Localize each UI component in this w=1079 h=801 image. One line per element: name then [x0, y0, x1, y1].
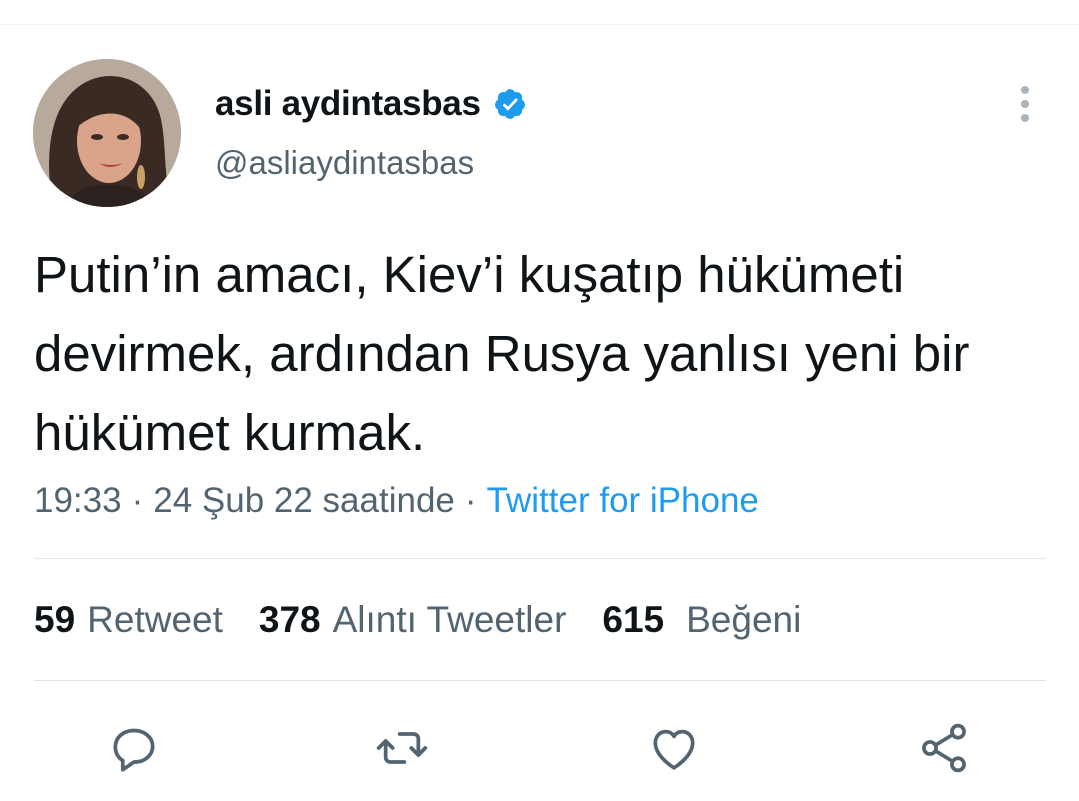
- tweet-text: Putin’in amacı, Kiev’i kuşatıp hükümeti …: [34, 246, 970, 461]
- stats-top-divider: [34, 558, 1046, 559]
- like-stat[interactable]: 615 Beğeni: [602, 597, 801, 643]
- heart-icon[interactable]: [646, 720, 702, 776]
- like-label: Beğeni: [686, 599, 802, 640]
- like-count: 615: [602, 599, 665, 640]
- author-handle[interactable]: @asliaydintasbas: [215, 144, 474, 182]
- tweet-source-link[interactable]: Twitter for iPhone: [487, 481, 759, 520]
- meta-separator: ·: [464, 481, 477, 520]
- quote-count: 378: [258, 599, 321, 640]
- more-options-icon[interactable]: [1009, 84, 1041, 124]
- meta-separator: ·: [131, 481, 144, 520]
- tweet-date[interactable]: 24 Şub 22 saatinde: [153, 481, 455, 520]
- top-divider: [0, 24, 1079, 25]
- avatar[interactable]: [33, 59, 181, 207]
- avatar-photo: [33, 59, 181, 207]
- author-name-row: asli aydintasbas: [215, 82, 527, 126]
- author-display-name[interactable]: asli aydintasbas: [215, 84, 481, 124]
- retweet-icon[interactable]: [374, 720, 430, 776]
- quote-label: Alıntı Tweetler: [332, 599, 567, 640]
- retweet-count: 59: [34, 599, 76, 640]
- share-icon[interactable]: [916, 720, 972, 776]
- retweet-label: Retweet: [87, 599, 223, 640]
- verified-badge-icon: [493, 87, 527, 121]
- retweet-stat[interactable]: 59 Retweet: [34, 597, 223, 643]
- tweet-meta: 19:33 · 24 Şub 22 saatinde · Twitter for iPh…: [34, 478, 759, 524]
- actions-top-divider: [34, 680, 1046, 681]
- tweet-time[interactable]: 19:33: [34, 481, 122, 520]
- reply-bubble-icon[interactable]: [106, 720, 162, 776]
- engagement-stats: 59 Retweet 378 Alıntı Tweetler 615 Beğen…: [34, 597, 837, 643]
- quote-stat[interactable]: 378 Alıntı Tweetler: [259, 597, 567, 643]
